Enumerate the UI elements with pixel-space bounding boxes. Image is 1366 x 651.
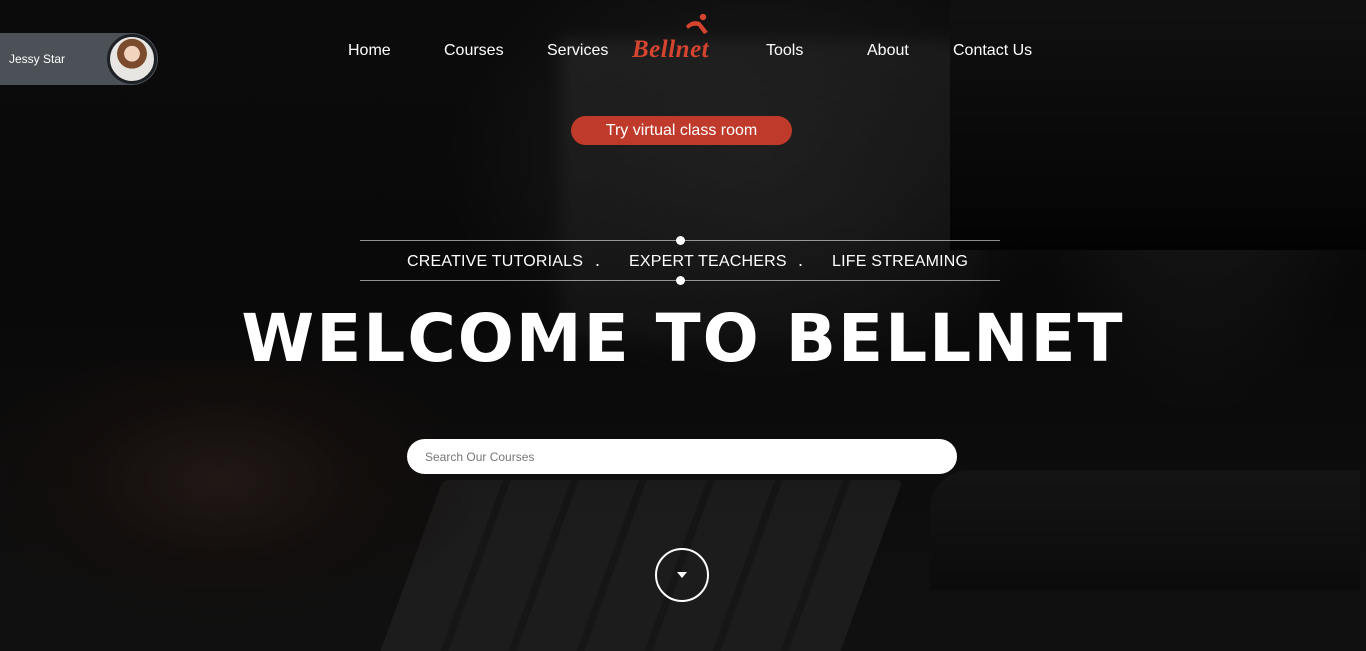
nav-tools[interactable]: Tools — [766, 42, 803, 60]
tagline-item-creative-tutorials: CREATIVE TUTORIALS — [407, 253, 584, 270]
logo-text: Bellnet — [632, 36, 710, 63]
tagline-item-expert-teachers: EXPERT TEACHERS — [629, 253, 787, 270]
bell-icon — [686, 13, 708, 34]
nav-contact-us[interactable]: Contact Us — [953, 42, 1032, 60]
tagline: CREATIVE TUTORIALS . EXPERT TEACHERS . L… — [360, 236, 1000, 286]
nav-services[interactable]: Services — [547, 42, 608, 60]
nav-about[interactable]: About — [867, 42, 909, 60]
tagline-item-life-streaming: LIFE STREAMING — [832, 253, 969, 270]
scroll-down-button[interactable] — [655, 548, 709, 602]
nav-courses[interactable]: Courses — [444, 42, 504, 60]
virtual-classroom-button[interactable]: Try virtual class room — [571, 116, 792, 145]
chevron-down-icon — [677, 572, 687, 578]
hero-title: WELCOME TO BELLNET — [241, 300, 1125, 377]
nav-home[interactable]: Home — [348, 42, 391, 60]
tagline-top-dot — [676, 236, 685, 245]
search-input[interactable] — [407, 439, 957, 474]
tagline-bottom-dot — [676, 276, 685, 285]
tagline-separator: . — [595, 250, 601, 270]
bellnet-logo[interactable]: Bellnet — [632, 12, 736, 64]
tagline-separator: . — [798, 250, 804, 270]
